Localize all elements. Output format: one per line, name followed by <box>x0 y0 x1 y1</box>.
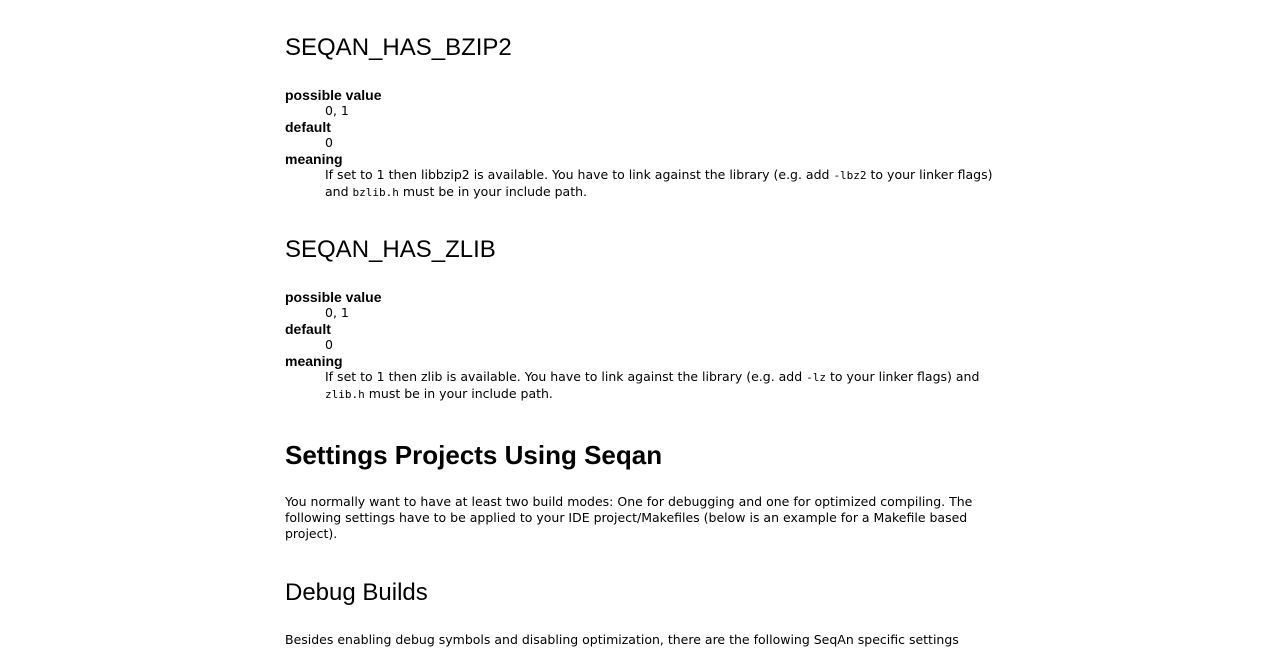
meaning-text: If set to 1 then zlib is available. You … <box>325 369 807 384</box>
meaning-text: to your linker flags) and <box>826 369 980 384</box>
meaning-text: If set to 1 then libbzip2 is available. … <box>325 167 834 182</box>
term-default: default <box>285 119 331 135</box>
meaning-text: must be in your include path. <box>398 184 588 199</box>
value-possible-value: 0, 1 <box>325 103 349 118</box>
heading-seqan-has-bzip2: SEQAN_HAS_BZIP2 <box>285 34 512 61</box>
term-meaning: meaning <box>285 353 343 369</box>
value-default: 0 <box>325 337 333 352</box>
definition-list-bzip2: possible value 0, 1 default 0 meaning If… <box>285 87 1015 201</box>
term-meaning: meaning <box>285 151 343 167</box>
value-meaning: If set to 1 then zlib is available. You … <box>325 369 1015 403</box>
code-linker-flag: -lbz2 <box>833 169 867 182</box>
code-header-file: zlib.h <box>325 388 365 401</box>
code-header-file: bzlib.h <box>352 186 399 199</box>
code-linker-flag: -lz <box>806 371 827 384</box>
paragraph-build-modes: You normally want to have at least two b… <box>285 494 973 541</box>
heading-settings-projects: Settings Projects Using Seqan <box>285 440 663 470</box>
value-meaning: If set to 1 then libbzip2 is available. … <box>325 167 1015 201</box>
value-default: 0 <box>325 135 333 150</box>
definition-list-zlib: possible value 0, 1 default 0 meaning If… <box>285 289 1015 403</box>
term-default: default <box>285 321 331 337</box>
heading-seqan-has-zlib: SEQAN_HAS_ZLIB <box>285 236 496 263</box>
meaning-text: must be in your include path. <box>364 386 553 401</box>
value-possible-value: 0, 1 <box>325 305 349 320</box>
heading-debug-builds: Debug Builds <box>285 579 428 606</box>
term-possible-value: possible value <box>285 87 382 103</box>
term-possible-value: possible value <box>285 289 382 305</box>
